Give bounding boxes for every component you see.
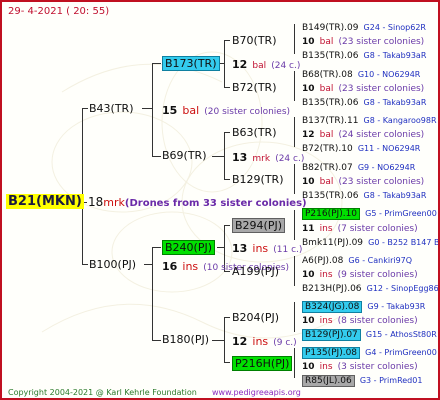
- pedigree-window: 29- 4-2021 ( 20: 55) B21(MKN) 18mrk(Dron…: [0, 0, 440, 400]
- connector-b240: [152, 247, 161, 248]
- queen-b240[interactable]: B240(PJ): [162, 240, 216, 255]
- queen-a199[interactable]: A199(PJ): [232, 265, 279, 278]
- queen-b63[interactable]: B63(TR): [232, 126, 277, 139]
- connector-b100-h: [144, 264, 152, 265]
- connector-b294: [224, 225, 230, 226]
- connector-b72-vertical: [294, 71, 295, 101]
- root-mating: 18mrk(Drones from 33 sister colonies): [88, 195, 307, 210]
- connector-b69-h: [212, 156, 224, 157]
- connector-b70-vertical: [294, 24, 295, 54]
- b180-mating: 12 ins (9 c.): [232, 335, 297, 348]
- queen-b180[interactable]: B180(PJ): [162, 333, 209, 346]
- connector-b180: [152, 340, 161, 341]
- queen-b294[interactable]: B294(PJ): [232, 218, 286, 233]
- connector-root-vertical: [82, 108, 83, 265]
- gen4-row-5: B72(TR).10 G11 - NO6294R: [302, 144, 421, 154]
- queen-b69[interactable]: B69(TR): [162, 149, 207, 162]
- connector-b180-h: [212, 340, 224, 341]
- queen-b204[interactable]: B204(PJ): [232, 311, 279, 324]
- root-queen-id[interactable]: B21(MKN): [6, 194, 84, 209]
- gen4-row-9: Bmk11(PJ).09 G0 - B252 B147 B: [302, 238, 440, 248]
- b240-mating: 13 ins (11 c.): [232, 242, 303, 255]
- connector-a199-vertical: [294, 256, 295, 286]
- queen-p216[interactable]: P216H(PJ): [232, 356, 293, 371]
- b43-mating: 15 bal (20 sister colonies): [162, 104, 291, 117]
- queen-b43[interactable]: B43(TR): [89, 102, 134, 115]
- connector-b173: [152, 63, 161, 64]
- connector-b240-h: [217, 247, 224, 248]
- copyright-footer: Copyright 2004-2021 @ Karl Kehrle Founda…: [8, 388, 197, 397]
- connector-b173-vertical: [224, 40, 225, 87]
- connector-p216-vertical: [294, 348, 295, 378]
- connector-b43-h: [142, 108, 152, 109]
- connector-b100: [82, 264, 88, 265]
- connector-b204-vertical: [294, 302, 295, 332]
- connector-b63: [224, 132, 230, 133]
- connector-b129-vertical: [294, 164, 295, 194]
- connector-b129: [224, 179, 230, 180]
- queen-b100[interactable]: B100(PJ): [89, 258, 136, 271]
- connector-b204: [224, 317, 230, 318]
- connector-b100-vertical: [152, 247, 153, 340]
- queen-b72[interactable]: B72(TR): [232, 81, 277, 94]
- date-label: 29- 4-2021 ( 20: 55): [8, 6, 110, 17]
- queen-b173[interactable]: B173(TR): [162, 56, 220, 71]
- connector-b43-vertical: [152, 63, 153, 156]
- gen4-row-11: B213H(PJ).06 G12 - SinopEgg86R: [302, 284, 440, 294]
- b69-mating: 13 mrk (24 c.): [232, 151, 305, 164]
- connector-b180-vertical: [224, 317, 225, 362]
- connector-b72: [224, 87, 230, 88]
- connector-p216: [224, 362, 230, 363]
- gen4-row-3: B135(TR).06 G8 - Takab93aR: [302, 98, 427, 108]
- connector-b70: [224, 40, 230, 41]
- connector-b69-vertical: [224, 132, 225, 179]
- connector-b294-vertical: [294, 210, 295, 240]
- queen-b129[interactable]: B129(TR): [232, 173, 284, 186]
- gen4-row-15: R85(JL).06 G3 - PrimRed01: [302, 371, 422, 388]
- b173-mating: 12 bal (24 c.): [232, 58, 301, 71]
- gen4-row-13: B129(PJ).07 G15 - AthosSt80R: [302, 325, 437, 342]
- connector-b69: [152, 156, 161, 157]
- website-link[interactable]: www.pedigreeapis.org: [212, 386, 301, 398]
- queen-b70[interactable]: B70(TR): [232, 34, 277, 47]
- connector-b43: [82, 108, 88, 109]
- gen4-row-1: B135(TR).06 G8 - Takab93aR: [302, 51, 427, 61]
- connector-b63-vertical: [294, 117, 295, 147]
